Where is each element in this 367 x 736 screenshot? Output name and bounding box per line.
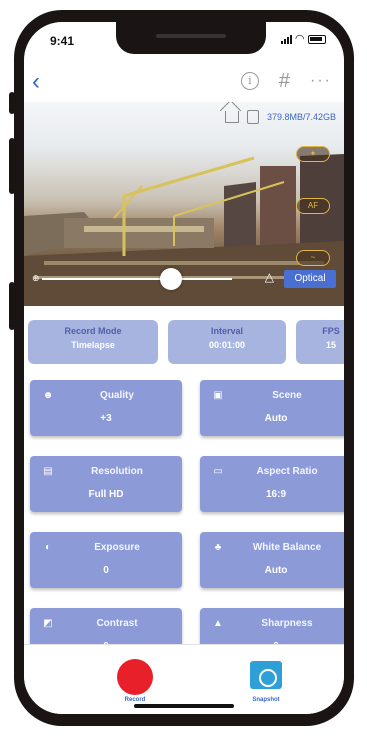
storage-text: 379.8MB/7.42GB — [266, 112, 336, 122]
exposure-card[interactable]: ◐ Exposure 0 — [30, 532, 182, 588]
phone-frame: 9:41 ◠ ‹ i # ··· 379.8MB/7.42GB ✦ AF ~ ⊕… — [14, 10, 354, 726]
sharpness-title: Sharpness — [261, 618, 313, 629]
white-balance-value: Auto — [264, 565, 288, 576]
scene-icon: ▣ — [213, 390, 223, 401]
flash-chip[interactable]: ✦ — [296, 146, 330, 162]
exposure-icon: ◐ — [44, 542, 52, 553]
aspect-ratio-icon: ▭ — [213, 466, 223, 477]
resolution-icon: ▤ — [43, 466, 53, 477]
more-icon[interactable]: ··· — [310, 72, 332, 90]
contrast-title: Contrast — [96, 618, 138, 629]
snapshot-label: Snapshot — [252, 697, 280, 703]
record-mode-value: Timelapse — [71, 340, 115, 350]
optical-zoom-button[interactable]: Optical — [284, 270, 336, 288]
contrast-icon: ◩ — [43, 618, 53, 629]
slider-track — [42, 278, 232, 280]
sd-card-icon — [246, 110, 259, 124]
storage-row: 379.8MB/7.42GB — [224, 110, 336, 124]
slider-knob[interactable] — [159, 268, 182, 290]
aspect-ratio-value: 16:9 — [265, 489, 286, 500]
record-button[interactable] — [117, 659, 153, 695]
info-icon[interactable]: i — [240, 72, 259, 90]
zoom-slider[interactable]: ⊕ — [32, 268, 232, 290]
grid-icon[interactable]: # — [279, 71, 290, 91]
record-label: Record — [124, 697, 146, 703]
mode-row: Record Mode Timelapse Interval 00:01:00 … — [24, 320, 344, 364]
zoom-out-icon: ⊕ — [32, 273, 40, 283]
bottom-bar: Record Snapshot — [24, 644, 344, 714]
status-bar: 9:41 ◠ — [24, 30, 344, 50]
chevron-left-icon[interactable]: ‹ — [32, 70, 40, 94]
signal-icon — [280, 34, 292, 44]
interval-value: 00:01:00 — [208, 340, 246, 350]
fps-value: 15 — [325, 340, 336, 350]
white-balance-icon: ♣ — [214, 542, 222, 553]
aspect-ratio-card[interactable]: ▭ Aspect Ratio 16:9 — [200, 456, 344, 512]
interval-card[interactable]: Interval 00:01:00 — [168, 320, 286, 364]
status-icons: ◠ — [280, 33, 326, 45]
interval-title: Interval — [210, 326, 243, 336]
scene-value: Auto — [264, 413, 288, 424]
home-icon — [224, 111, 239, 123]
record-mode-card[interactable]: Record Mode Timelapse — [28, 320, 158, 364]
white-balance-card[interactable]: ♣ White Balance Auto — [200, 532, 344, 588]
fps-title: FPS — [322, 326, 340, 336]
resolution-title: Resolution — [91, 466, 143, 477]
sharpness-icon: ▲ — [213, 618, 223, 629]
scene-title: Scene — [272, 390, 302, 401]
app-screen: 9:41 ◠ ‹ i # ··· 379.8MB/7.42GB ✦ AF ~ ⊕… — [24, 22, 344, 714]
status-time: 9:41 — [50, 34, 75, 48]
home-indicator — [134, 704, 234, 708]
resolution-value: Full HD — [88, 489, 124, 500]
exposure-value: 0 — [103, 565, 109, 576]
resolution-card[interactable]: ▤ Resolution Full HD — [30, 456, 182, 512]
white-balance-title: White Balance — [252, 542, 322, 553]
quality-icon: ☻ — [42, 390, 54, 401]
aspect-ratio-title: Aspect Ratio — [256, 466, 318, 477]
scene-card[interactable]: ▣ Scene Auto — [200, 380, 344, 436]
quality-card[interactable]: ☻ Quality +3 — [30, 380, 182, 436]
quality-value: +3 — [100, 413, 112, 424]
battery-icon — [308, 34, 326, 44]
autofocus-chip[interactable]: AF — [296, 198, 330, 214]
wifi-icon: ◠ — [295, 33, 304, 45]
camera-icon[interactable] — [250, 661, 282, 689]
fps-card[interactable]: FPS 15 — [296, 320, 344, 364]
exposure-title: Exposure — [94, 542, 140, 553]
camera-preview[interactable]: 379.8MB/7.42GB ✦ AF ~ ⊕ △ Optical — [24, 102, 344, 306]
nav-bar: ‹ i # ··· — [24, 66, 344, 102]
quality-title: Quality — [100, 390, 134, 401]
stabilizer-chip[interactable]: ~ — [296, 250, 330, 266]
exposure-triangle-icon[interactable]: △ — [265, 270, 274, 284]
record-mode-title: Record Mode — [64, 326, 122, 336]
nav-actions: i # ··· — [240, 71, 332, 91]
